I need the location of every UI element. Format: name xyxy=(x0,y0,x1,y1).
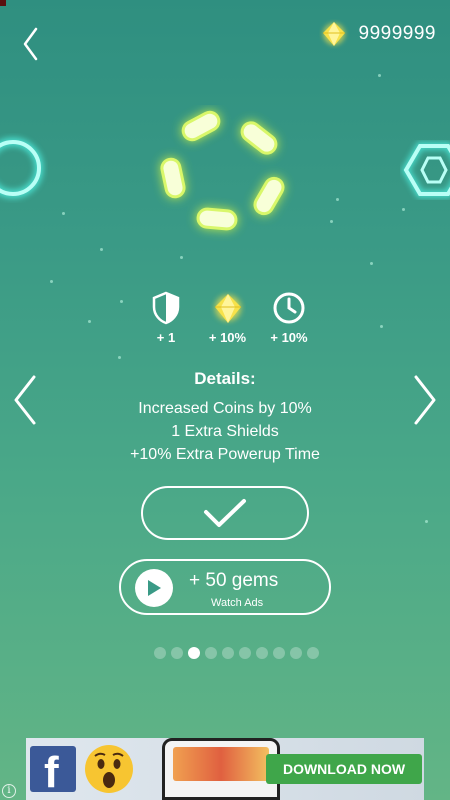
perk-coins: + 10% xyxy=(202,290,254,345)
page-indicator xyxy=(154,647,319,659)
perk-shield-value: + 1 xyxy=(156,330,176,345)
checkmark-icon xyxy=(204,499,246,527)
page-dot xyxy=(171,647,183,659)
ad-info-icon[interactable]: i xyxy=(2,784,16,798)
page-dot xyxy=(290,647,302,659)
perk-powerup-time-value: + 10% xyxy=(270,330,308,345)
perk-coins-value: + 10% xyxy=(208,330,247,345)
watch-ads-reward: + 50 gems xyxy=(189,570,279,591)
details-line: Increased Coins by 10% xyxy=(138,400,312,417)
page-dot xyxy=(256,647,268,659)
download-now-button[interactable]: DOWNLOAD NOW xyxy=(266,754,422,784)
select-skin-button[interactable] xyxy=(141,486,309,540)
gem-icon xyxy=(214,294,241,323)
ad-banner[interactable]: f DOWNLOAD NOW xyxy=(26,738,424,800)
gem-icon xyxy=(322,22,345,46)
page-dot xyxy=(205,647,217,659)
page-dot xyxy=(222,647,234,659)
clock-icon xyxy=(273,292,305,324)
watch-ads-button[interactable]: + 50 gems Watch Ads xyxy=(119,559,331,615)
page-dot xyxy=(307,647,319,659)
details-line: 1 Extra Shields xyxy=(171,423,279,440)
back-button[interactable] xyxy=(18,26,44,62)
facebook-logo: f xyxy=(30,746,76,797)
page-dot-active xyxy=(188,647,200,659)
play-circle xyxy=(135,569,173,607)
details-panel: Details: Increased Coins by 10% 1 Extra … xyxy=(0,369,450,466)
perk-powerup-time: + 10% xyxy=(263,290,315,345)
page-dot xyxy=(239,647,251,659)
perk-list: + 1 + 10% + 10% xyxy=(140,290,315,345)
gem-counter: 9999999 xyxy=(319,18,436,50)
skin-preview-previous[interactable] xyxy=(0,133,48,203)
play-icon xyxy=(148,580,161,596)
shield-icon xyxy=(152,291,180,325)
perk-shield: + 1 xyxy=(140,290,192,345)
status-indicator xyxy=(0,0,6,6)
page-dot xyxy=(273,647,285,659)
surprised-emoji-icon xyxy=(85,745,133,793)
details-line: +10% Extra Powerup Time xyxy=(130,446,320,463)
chevron-left-icon xyxy=(23,27,38,61)
details-title: Details: xyxy=(194,369,256,388)
skin-preview-next[interactable] xyxy=(400,140,450,200)
skin-preview-current xyxy=(159,110,285,231)
page-dot xyxy=(154,647,166,659)
ad-phone-image xyxy=(162,738,280,800)
watch-ads-sublabel: Watch Ads xyxy=(211,597,264,609)
gem-count: 9999999 xyxy=(358,23,436,44)
